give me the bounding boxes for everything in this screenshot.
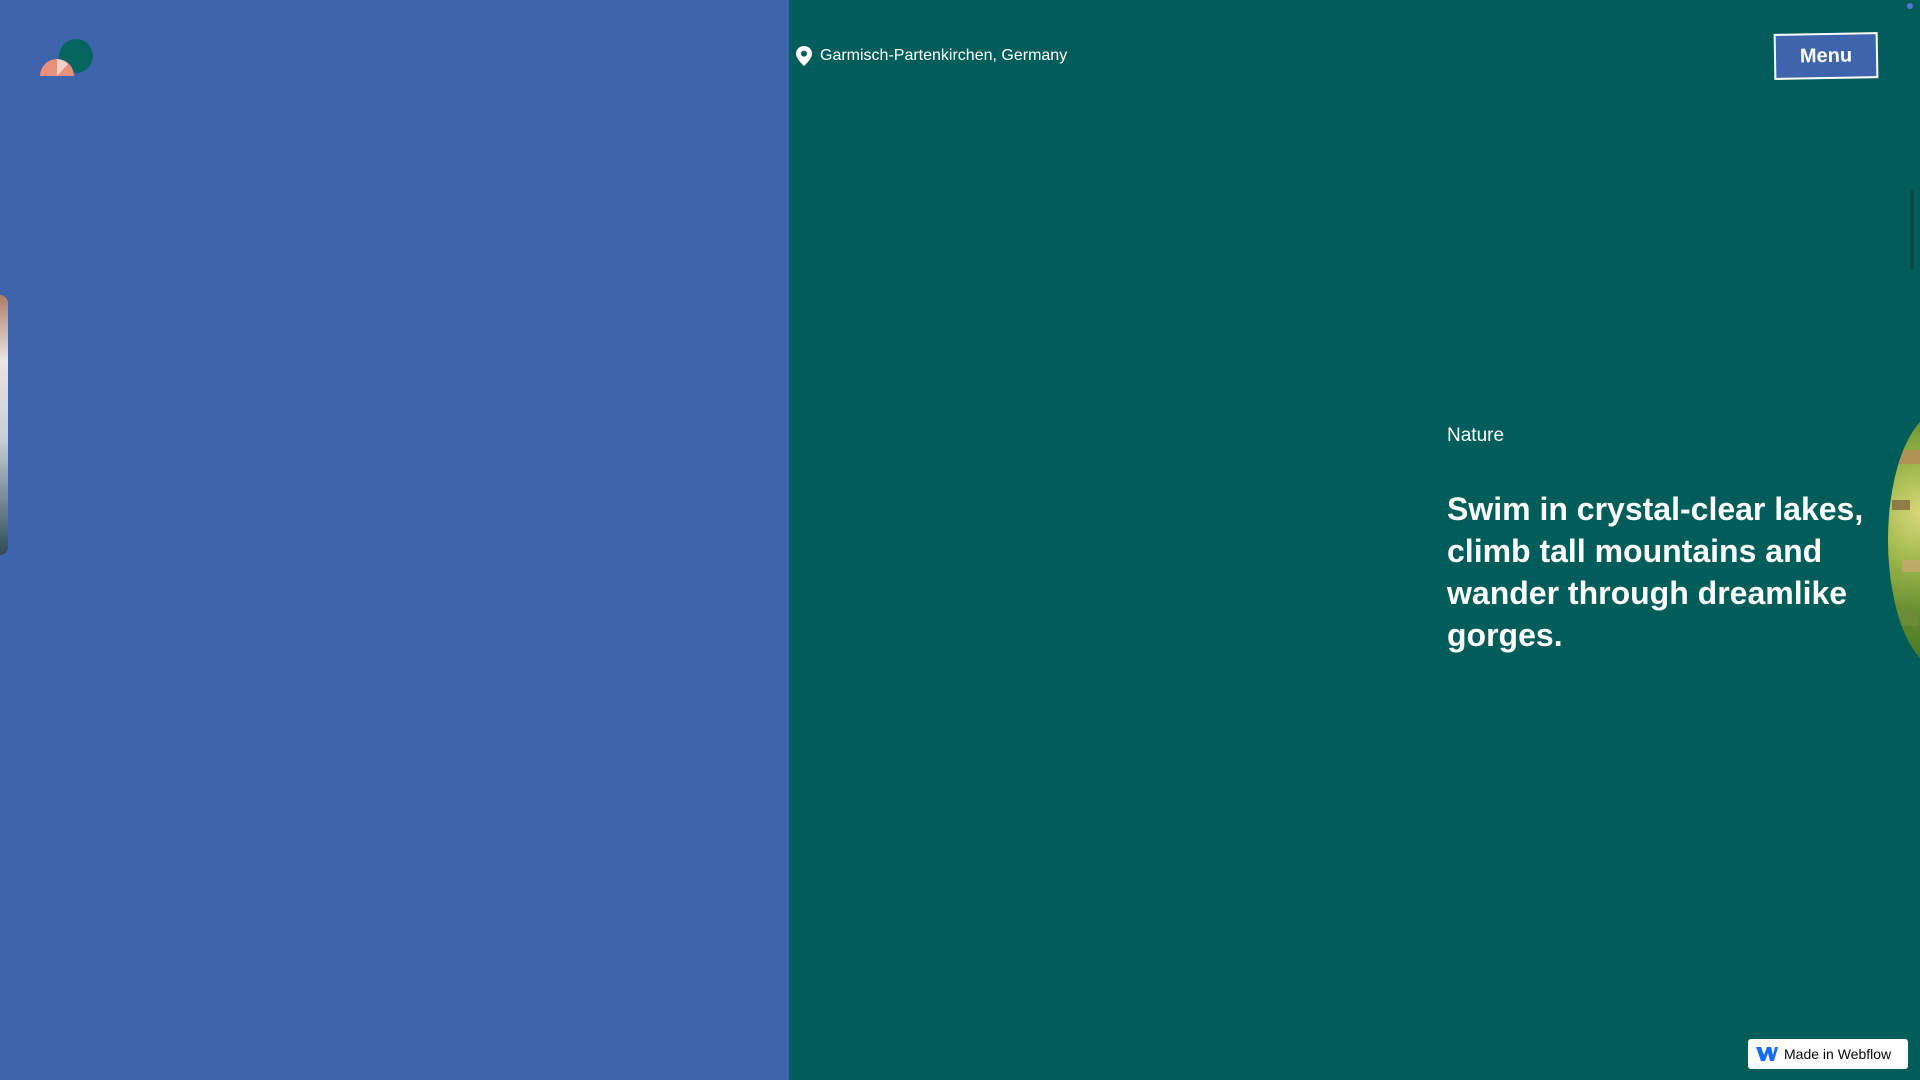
- left-photo-sliver: [0, 295, 8, 555]
- corner-dot: [1907, 3, 1913, 9]
- webflow-badge-label: Made in Webflow: [1784, 1046, 1892, 1062]
- page: Garmisch-Partenkirchen, Germany Menu Nat…: [0, 0, 1920, 1080]
- scroll-indicator[interactable]: [1910, 190, 1914, 270]
- left-color-panel: [0, 0, 789, 1080]
- map-pin-icon: [796, 46, 812, 66]
- location-text: Garmisch-Partenkirchen, Germany: [820, 47, 1068, 64]
- feature-category: Nature: [1447, 425, 1505, 446]
- made-in-webflow-badge[interactable]: Made in Webflow: [1748, 1039, 1908, 1069]
- location-label: Garmisch-Partenkirchen, Germany: [796, 46, 1067, 66]
- site-logo[interactable]: [38, 38, 94, 76]
- feature-headline: Swim in crystal-clear lakes, climb tall …: [1447, 491, 1864, 653]
- webflow-logo-icon: [1756, 1047, 1778, 1061]
- menu-button[interactable]: Menu: [1773, 32, 1879, 80]
